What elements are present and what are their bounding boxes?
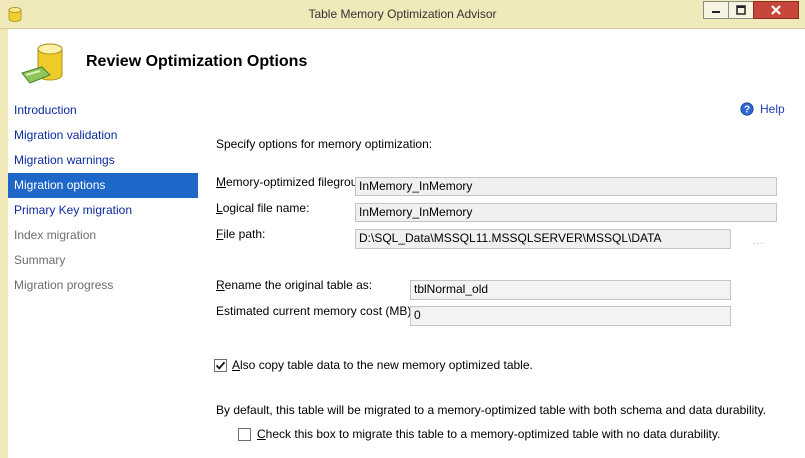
browse-path-button[interactable]: ... [753,236,764,247]
nav-item-summary: Summary [14,253,66,267]
database-wizard-icon [21,43,63,84]
nav-item-migration-progress: Migration progress [14,278,114,292]
file-path-label: File path: [216,227,266,241]
file-path-field[interactable]: D:\SQL_Data\MSSQL11.MSSQLSERVER\MSSQL\DA… [355,229,731,249]
durability-note-text: By default, this table will be migrated … [216,403,767,417]
nav-item-index-migration: Index migration [14,228,97,242]
checkmark-icon [215,361,226,370]
window-title: Table Memory Optimization Advisor [308,7,497,21]
maximize-button[interactable] [728,1,754,19]
logical-file-name-label: Logical file name: [216,201,310,215]
options-intro-text: Specify options for memory optimization: [216,137,433,151]
logical-file-name-field[interactable]: InMemory_InMemory [355,203,777,222]
minimize-icon [712,11,720,13]
nav-item-migration-warnings[interactable]: Migration warnings [8,148,198,173]
page-title: Review Optimization Options [86,53,308,70]
close-button[interactable] [753,1,799,19]
nav-item-introduction[interactable]: Introduction [8,98,198,123]
minimize-button[interactable] [703,1,729,19]
copy-data-checkbox[interactable] [214,359,227,372]
help-label: Help [760,102,785,116]
rename-table-field[interactable]: tblNormal_old [410,280,731,300]
help-icon: ? [740,102,754,116]
window-frame-left [0,29,8,458]
wizard-nav: Introduction Migration validation Migrat… [8,98,198,298]
memory-cost-label: Estimated current memory cost (MB): [216,304,415,318]
copy-data-label: Also copy table data to the new memory o… [232,358,533,372]
svg-text:?: ? [744,105,750,116]
nav-item-migration-validation[interactable]: Migration validation [8,123,198,148]
page-header: Review Optimization Options [8,29,805,95]
window-titlebar: Table Memory Optimization Advisor [0,0,805,29]
filegroup-field[interactable]: InMemory_InMemory [355,177,777,196]
help-link[interactable]: ? Help [740,102,785,116]
maximize-icon [736,5,746,15]
nav-item-migration-options[interactable]: Migration options [8,173,198,198]
memory-cost-field: 0 [410,306,731,326]
rename-table-label: Rename the original table as: [216,278,373,292]
filegroup-label: Memory-optimized filegroup: [216,175,368,189]
close-icon [771,5,781,15]
nav-item-primary-key-migration[interactable]: Primary Key migration [8,198,198,223]
no-durability-checkbox[interactable] [238,428,251,441]
no-durability-label: Check this box to migrate this table to … [257,427,721,441]
